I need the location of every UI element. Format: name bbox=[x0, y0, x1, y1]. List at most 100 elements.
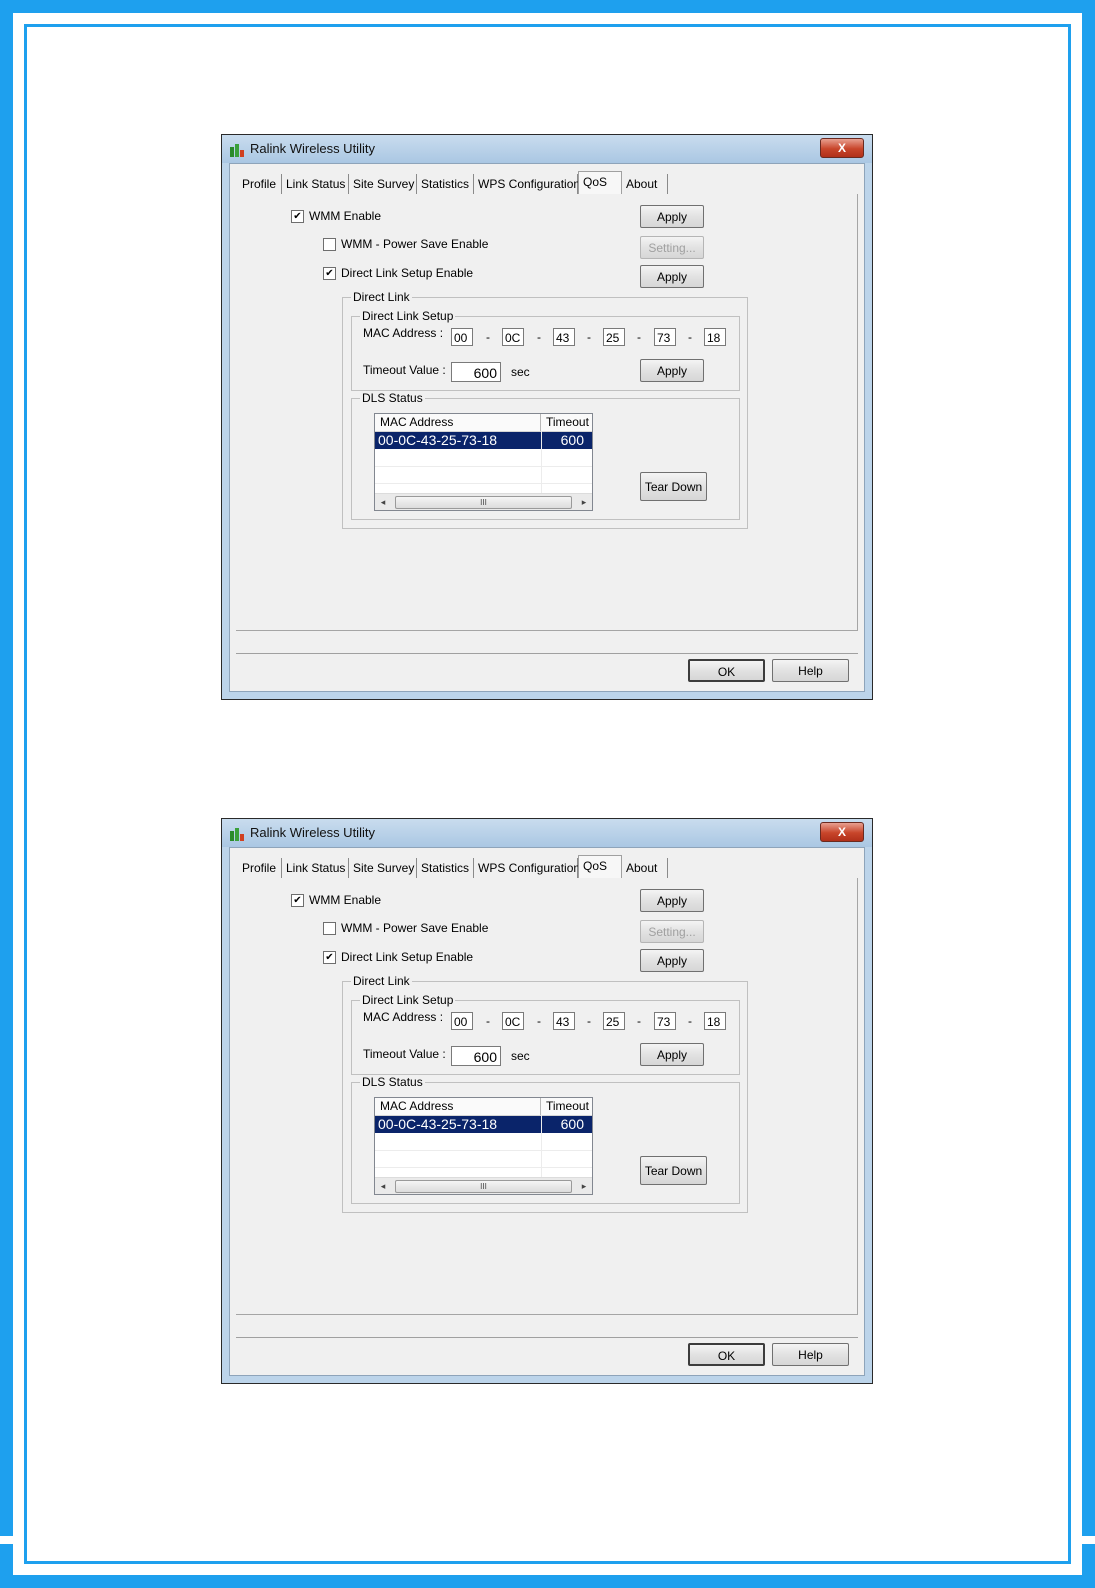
dls-status-list[interactable]: MAC Address Timeout 00-0C-43-25-73-18 60… bbox=[374, 413, 593, 511]
column-header-mac-address[interactable]: MAC Address bbox=[375, 1098, 541, 1115]
mac-separator: - bbox=[637, 330, 641, 344]
timeout-value-input[interactable]: 600 bbox=[451, 1046, 501, 1066]
timeout-unit-label: sec bbox=[511, 1049, 530, 1063]
tab-statistics[interactable]: Statistics bbox=[417, 174, 474, 194]
row-mac-address: 00-0C-43-25-73-18 bbox=[378, 1116, 498, 1132]
wmm-power-save-checkbox[interactable] bbox=[323, 238, 336, 251]
direct-link-setup-enable-label: Direct Link Setup Enable bbox=[341, 950, 474, 964]
tab-profile[interactable]: Profile bbox=[238, 858, 282, 878]
direct-link-group-label: Direct Link bbox=[351, 290, 412, 304]
title-bar[interactable]: Ralink Wireless Utility X bbox=[222, 819, 872, 847]
tab-site-survey[interactable]: Site Survey bbox=[349, 174, 417, 194]
wmm-apply-button[interactable]: Apply bbox=[640, 205, 704, 228]
mac-separator: - bbox=[537, 330, 541, 344]
mac-separator: - bbox=[637, 1014, 641, 1028]
window-title: Ralink Wireless Utility bbox=[250, 141, 375, 156]
scroll-thumb[interactable]: III bbox=[395, 496, 572, 509]
ok-button[interactable]: OK bbox=[688, 659, 765, 682]
tab-profile[interactable]: Profile bbox=[238, 174, 282, 194]
setting-button[interactable]: Setting... bbox=[640, 920, 704, 943]
row-mac-address: 00-0C-43-25-73-18 bbox=[378, 432, 498, 448]
tear-down-button[interactable]: Tear Down bbox=[640, 1156, 707, 1185]
tab-link-status[interactable]: Link Status bbox=[282, 858, 349, 878]
mac-octet-6-input[interactable]: 18 bbox=[704, 328, 726, 346]
mac-separator: - bbox=[486, 1014, 490, 1028]
close-button[interactable]: X bbox=[820, 138, 864, 158]
mac-octet-2-input[interactable]: 0C bbox=[502, 328, 524, 346]
client-area: Profile Link Status Site Survey Statisti… bbox=[229, 163, 865, 692]
tab-wps-configuration[interactable]: WPS Configuration bbox=[474, 858, 580, 878]
window-title: Ralink Wireless Utility bbox=[250, 825, 375, 840]
table-row[interactable]: 00-0C-43-25-73-18 600 bbox=[375, 432, 592, 449]
divider bbox=[236, 653, 858, 654]
tab-qos[interactable]: QoS bbox=[578, 855, 622, 879]
dls-enable-apply-button[interactable]: Apply bbox=[640, 949, 704, 972]
mac-octet-1-input[interactable]: 00 bbox=[451, 1012, 473, 1030]
column-header-mac-address[interactable]: MAC Address bbox=[375, 414, 541, 431]
mac-octet-6-input[interactable]: 18 bbox=[704, 1012, 726, 1030]
mac-octet-2-input[interactable]: 0C bbox=[502, 1012, 524, 1030]
scroll-thumb[interactable]: III bbox=[395, 1180, 572, 1193]
wmm-enable-checkbox[interactable]: ✔ bbox=[291, 210, 304, 223]
row-timeout: 600 bbox=[560, 432, 584, 448]
dls-status-group-label: DLS Status bbox=[360, 1075, 425, 1089]
mac-octet-4-input[interactable]: 25 bbox=[603, 328, 625, 346]
tab-about[interactable]: About bbox=[622, 858, 668, 878]
tab-wps-configuration[interactable]: WPS Configuration bbox=[474, 174, 580, 194]
title-bar[interactable]: Ralink Wireless Utility X bbox=[222, 135, 872, 163]
dls-status-group-label: DLS Status bbox=[360, 391, 425, 405]
tear-down-button[interactable]: Tear Down bbox=[640, 472, 707, 501]
wmm-apply-button[interactable]: Apply bbox=[640, 889, 704, 912]
direct-link-apply-button[interactable]: Apply bbox=[640, 1043, 704, 1066]
mac-octet-4-input[interactable]: 25 bbox=[603, 1012, 625, 1030]
mac-separator: - bbox=[587, 330, 591, 344]
mac-octet-5-input[interactable]: 73 bbox=[654, 328, 676, 346]
direct-link-setup-group-label: Direct Link Setup bbox=[360, 993, 456, 1007]
mac-separator: - bbox=[486, 330, 490, 344]
mac-address-label: MAC Address : bbox=[363, 326, 444, 340]
mac-octet-3-input[interactable]: 43 bbox=[553, 328, 575, 346]
table-row[interactable]: 00-0C-43-25-73-18 600 bbox=[375, 1116, 592, 1133]
dls-status-list[interactable]: MAC Address Timeout 00-0C-43-25-73-18 60… bbox=[374, 1097, 593, 1195]
horizontal-scrollbar[interactable]: ◂ III ▸ bbox=[375, 493, 592, 510]
tab-link-status[interactable]: Link Status bbox=[282, 174, 349, 194]
scroll-right-icon[interactable]: ▸ bbox=[576, 494, 592, 510]
direct-link-setup-enable-checkbox[interactable]: ✔ bbox=[323, 267, 336, 280]
ralink-utility-window: Ralink Wireless Utility X Profile Link S… bbox=[221, 818, 873, 1384]
ralink-utility-window: Ralink Wireless Utility X Profile Link S… bbox=[221, 134, 873, 700]
wmm-power-save-checkbox[interactable] bbox=[323, 922, 336, 935]
direct-link-apply-button[interactable]: Apply bbox=[640, 359, 704, 382]
help-button[interactable]: Help bbox=[772, 659, 849, 682]
close-button[interactable]: X bbox=[820, 822, 864, 842]
tab-qos[interactable]: QoS bbox=[578, 171, 622, 195]
divider bbox=[236, 1337, 858, 1338]
wmm-power-save-label: WMM - Power Save Enable bbox=[341, 921, 489, 935]
help-button[interactable]: Help bbox=[772, 1343, 849, 1366]
tab-about[interactable]: About bbox=[622, 174, 668, 194]
timeout-unit-label: sec bbox=[511, 365, 530, 379]
column-header-timeout[interactable]: Timeout bbox=[541, 1098, 592, 1115]
mac-address-label: MAC Address : bbox=[363, 1010, 444, 1024]
list-header: MAC Address Timeout bbox=[375, 1098, 592, 1116]
scroll-left-icon[interactable]: ◂ bbox=[375, 494, 391, 510]
ralink-app-icon bbox=[230, 828, 244, 841]
horizontal-scrollbar[interactable]: ◂ III ▸ bbox=[375, 1177, 592, 1194]
scroll-left-icon[interactable]: ◂ bbox=[375, 1178, 391, 1194]
direct-link-setup-enable-checkbox[interactable]: ✔ bbox=[323, 951, 336, 964]
mac-octet-3-input[interactable]: 43 bbox=[553, 1012, 575, 1030]
timeout-value-label: Timeout Value : bbox=[363, 363, 446, 377]
mac-octet-5-input[interactable]: 73 bbox=[654, 1012, 676, 1030]
ok-button[interactable]: OK bbox=[688, 1343, 765, 1366]
wmm-enable-checkbox[interactable]: ✔ bbox=[291, 894, 304, 907]
tab-site-survey[interactable]: Site Survey bbox=[349, 858, 417, 878]
mac-octet-1-input[interactable]: 00 bbox=[451, 328, 473, 346]
setting-button[interactable]: Setting... bbox=[640, 236, 704, 259]
mac-separator: - bbox=[688, 1014, 692, 1028]
tab-statistics[interactable]: Statistics bbox=[417, 858, 474, 878]
timeout-value-input[interactable]: 600 bbox=[451, 362, 501, 382]
scroll-right-icon[interactable]: ▸ bbox=[576, 1178, 592, 1194]
column-header-timeout[interactable]: Timeout bbox=[541, 414, 592, 431]
list-header: MAC Address Timeout bbox=[375, 414, 592, 432]
timeout-value-label: Timeout Value : bbox=[363, 1047, 446, 1061]
dls-enable-apply-button[interactable]: Apply bbox=[640, 265, 704, 288]
